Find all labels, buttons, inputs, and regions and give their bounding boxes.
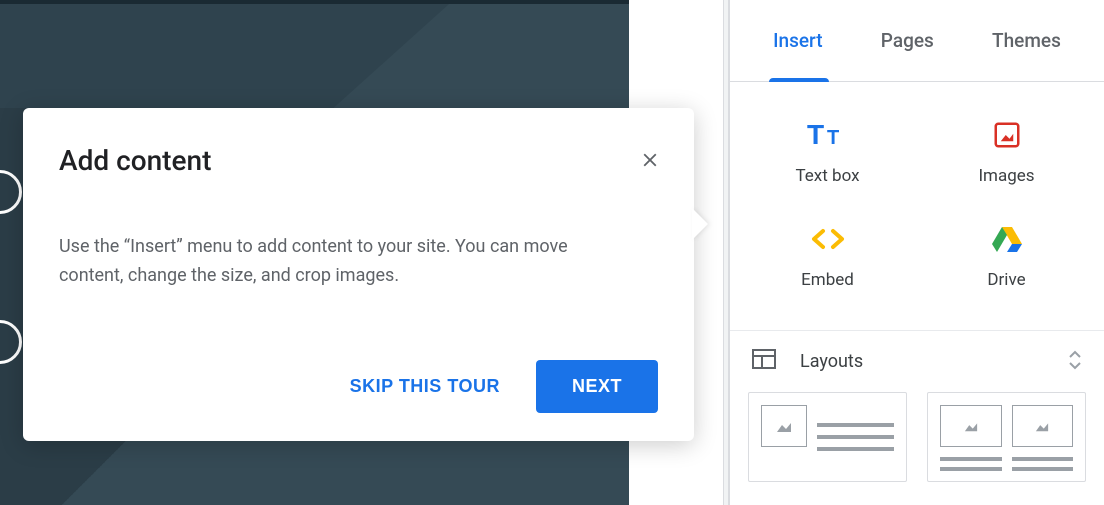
layout-thumb-icon bbox=[761, 405, 807, 447]
tour-title: Add content bbox=[59, 144, 658, 177]
panel-tabs: Insert Pages Themes bbox=[730, 0, 1104, 82]
skip-tour-button[interactable]: SKIP THIS TOUR bbox=[338, 362, 512, 411]
layout-lines bbox=[817, 405, 894, 469]
insert-label: Embed bbox=[801, 270, 854, 290]
placeholder-icon bbox=[0, 170, 22, 214]
tour-actions: SKIP THIS TOUR NEXT bbox=[338, 360, 658, 413]
images-icon bbox=[992, 118, 1022, 152]
tour-popup: Add content Use the “Insert” menu to add… bbox=[23, 108, 694, 441]
layouts-section-header: Layouts bbox=[730, 331, 1104, 392]
layout-thumb-icon bbox=[940, 405, 1002, 447]
insert-images[interactable]: Images bbox=[917, 100, 1096, 204]
insert-text-box[interactable]: TT Text box bbox=[738, 100, 917, 204]
drive-icon bbox=[991, 222, 1023, 256]
tab-themes[interactable]: Themes bbox=[988, 1, 1065, 80]
layouts-label: Layouts bbox=[800, 351, 863, 372]
insert-embed[interactable]: Embed bbox=[738, 204, 917, 308]
insert-label: Text box bbox=[795, 166, 859, 186]
svg-text:T: T bbox=[807, 120, 824, 150]
site-header-area bbox=[0, 0, 629, 108]
tab-insert[interactable]: Insert bbox=[769, 1, 826, 80]
layout-option-2[interactable] bbox=[927, 392, 1086, 482]
close-icon bbox=[639, 149, 661, 171]
tab-pages[interactable]: Pages bbox=[877, 1, 938, 80]
collapse-icon[interactable] bbox=[1068, 350, 1082, 373]
placeholder-icon bbox=[0, 320, 22, 364]
next-button[interactable]: NEXT bbox=[536, 360, 658, 413]
insert-drive[interactable]: Drive bbox=[917, 204, 1096, 308]
embed-icon bbox=[810, 222, 846, 256]
layouts-row bbox=[730, 392, 1104, 482]
tour-body: Use the “Insert” menu to add content to … bbox=[59, 233, 619, 291]
text-box-icon: TT bbox=[807, 118, 849, 152]
close-button[interactable] bbox=[634, 144, 666, 176]
layout-thumb-icon bbox=[1012, 405, 1074, 447]
insert-label: Images bbox=[978, 166, 1034, 186]
insert-label: Drive bbox=[987, 270, 1025, 290]
side-panel: Insert Pages Themes TT Text box Images E… bbox=[729, 0, 1104, 505]
layouts-icon bbox=[752, 349, 776, 374]
tour-arrow bbox=[692, 208, 708, 240]
layout-option-1[interactable] bbox=[748, 392, 907, 482]
svg-text:T: T bbox=[827, 127, 839, 149]
insert-grid: TT Text box Images Embed Drive bbox=[730, 82, 1104, 331]
